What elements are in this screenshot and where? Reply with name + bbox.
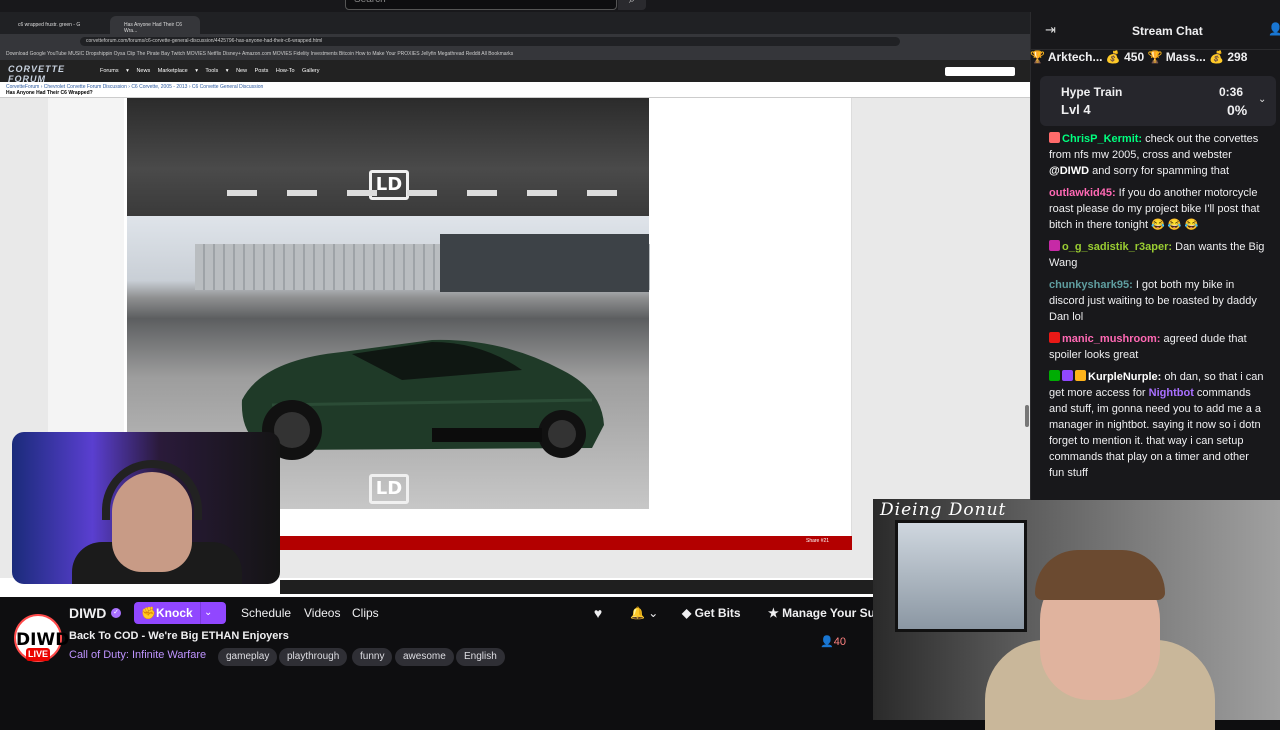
- thread-title: Has Anyone Had Their C6 Wrapped?: [6, 90, 93, 96]
- browser-tab: c6 wrapped frustr. green - G: [18, 22, 81, 28]
- building-dark: [440, 234, 649, 292]
- forum-search: [945, 67, 1015, 76]
- car-photo-top: LD: [127, 98, 649, 216]
- headset: [102, 460, 202, 520]
- chat-badge-icon[interactable]: [1075, 370, 1086, 381]
- forum-logo: CORVETTE FORUM: [8, 64, 66, 84]
- tag-playthrough[interactable]: playthrough: [279, 648, 348, 666]
- stream-title: Back To COD - We're Big ETHAN Enjoyers: [69, 630, 289, 642]
- share-button: Share #21: [806, 538, 830, 544]
- channel-name[interactable]: DIWD: [69, 605, 106, 621]
- chat-text: and sorry for spamming that: [1089, 165, 1230, 177]
- windows-taskbar: [280, 580, 880, 594]
- follow-heart-icon[interactable]: ♥: [587, 602, 609, 624]
- chat-username[interactable]: outlawkid45:: [1049, 187, 1116, 199]
- manage-sub-button[interactable]: ★ Manage Your Su: [768, 602, 875, 624]
- post-footer-bar: [280, 536, 852, 550]
- manage-sub-label: Manage Your Su: [782, 606, 875, 620]
- chat-badge-icon[interactable]: [1049, 332, 1060, 343]
- nav-clips[interactable]: Clips: [352, 606, 379, 620]
- chat-message: o_g_sadistik_r3aper: Dan wants the Big W…: [1040, 238, 1276, 272]
- cam-hair: [1035, 550, 1165, 600]
- chat-message: chunkyshark95: I got both my bike in dis…: [1040, 276, 1276, 326]
- scrollbar[interactable]: [1025, 405, 1029, 427]
- collapse-chat-icon[interactable]: ⇥: [1045, 22, 1056, 38]
- leaderboard[interactable]: 🏆 Arktech... 💰 450 🏆 Mass... 💰 298: [1030, 50, 1280, 72]
- knock-label: Knock: [156, 606, 193, 620]
- viewer-count: 👤40: [820, 635, 846, 648]
- chat-message: KurpleNurple: oh dan, so that i can get …: [1040, 368, 1276, 482]
- chat-message: outlawkid45: If you do another motorcycl…: [1040, 184, 1276, 234]
- chat-badge-icon[interactable]: [1062, 370, 1073, 381]
- bookmarks-bar: Download Google YouTube MUSIC Dropshippi…: [0, 48, 1030, 60]
- hype-train-level: Lvl 4: [1061, 102, 1091, 117]
- forum-nav: Forums ▾ News Marketplace ▾ Tools ▾ New …: [100, 68, 320, 74]
- search-icon[interactable]: ⌕: [618, 0, 646, 10]
- chat-badge-icon[interactable]: [1049, 370, 1060, 381]
- users-icon[interactable]: 👤: [1268, 22, 1280, 36]
- browser-tab: Has Anyone Had Their C6 Wra...: [110, 16, 200, 34]
- chat-username[interactable]: chunkyshark95:: [1049, 279, 1133, 291]
- chat-username[interactable]: o_g_sadistik_r3aper:: [1062, 241, 1172, 253]
- tag-funny[interactable]: funny: [352, 648, 393, 666]
- game-link[interactable]: Call of Duty: Infinite Warfare: [69, 649, 206, 661]
- verified-icon: ✓: [111, 608, 121, 618]
- chat-message: ChrisP_Kermit: check out the corvettes f…: [1040, 130, 1276, 180]
- watermark-logo-bottom: LD: [369, 474, 409, 504]
- chat-mention[interactable]: @DIWD: [1049, 165, 1089, 177]
- corvette-car: [241, 339, 604, 460]
- get-bits-label: Get Bits: [694, 606, 741, 620]
- knock-divider: [200, 602, 201, 624]
- person-icon: 👤: [820, 636, 834, 648]
- nav-videos[interactable]: Videos: [304, 606, 340, 620]
- chat-username[interactable]: KurpleNurple:: [1088, 371, 1161, 383]
- get-bits-button[interactable]: ◆ Get Bits: [682, 602, 741, 624]
- star-icon: ★: [768, 606, 783, 620]
- chat-username[interactable]: ChrisP_Kermit:: [1062, 133, 1142, 145]
- chat-badge-icon[interactable]: [1049, 132, 1060, 143]
- chat-message: manic_mushroom: agreed dude that spoiler…: [1040, 330, 1276, 364]
- tag-awesome[interactable]: awesome: [395, 648, 454, 666]
- cam-overlay-title: Dieing Donut: [880, 500, 1007, 520]
- hype-train-label: Hype Train: [1061, 85, 1123, 99]
- browser-url: corvetteforum.com/forums/c6-corvette-gen…: [80, 37, 900, 46]
- chat-mention[interactable]: Nightbot: [1149, 387, 1194, 399]
- search-input[interactable]: Search: [345, 0, 617, 10]
- forum-breadcrumb: CorvetteForum › Chevrolet Corvette Forum…: [0, 82, 1030, 98]
- notification-bell-icon[interactable]: 🔔 ⌄: [630, 602, 658, 624]
- crosswalk: [227, 190, 647, 196]
- streamer-webcam: [12, 432, 280, 584]
- chevron-down-icon[interactable]: ⌄: [1258, 94, 1266, 105]
- tag-gameplay[interactable]: gameplay: [218, 648, 278, 666]
- hype-train-banner[interactable]: [1040, 76, 1276, 126]
- chat-username[interactable]: manic_mushroom:: [1062, 333, 1160, 345]
- chat-badge-icon[interactable]: [1049, 240, 1060, 251]
- bits-icon: ◆: [682, 606, 695, 620]
- nav-schedule[interactable]: Schedule: [241, 606, 291, 620]
- viewer-count-value: 40: [833, 636, 846, 648]
- chat-title: Stream Chat: [1132, 24, 1203, 38]
- tag-english[interactable]: English: [456, 648, 505, 666]
- cam-monitor: [895, 520, 1027, 632]
- chevron-down-icon[interactable]: ⌄: [204, 602, 212, 624]
- chat-text: commands and stuff, im gonna need you to…: [1049, 387, 1262, 479]
- chat-messages: ChrisP_Kermit: check out the corvettes f…: [1040, 130, 1276, 500]
- hype-train-percent: 0%: [1227, 102, 1248, 118]
- hype-train-timer: 0:36: [1219, 85, 1244, 99]
- knock-icon: ✊: [141, 606, 156, 620]
- live-badge: LIVE: [26, 648, 50, 661]
